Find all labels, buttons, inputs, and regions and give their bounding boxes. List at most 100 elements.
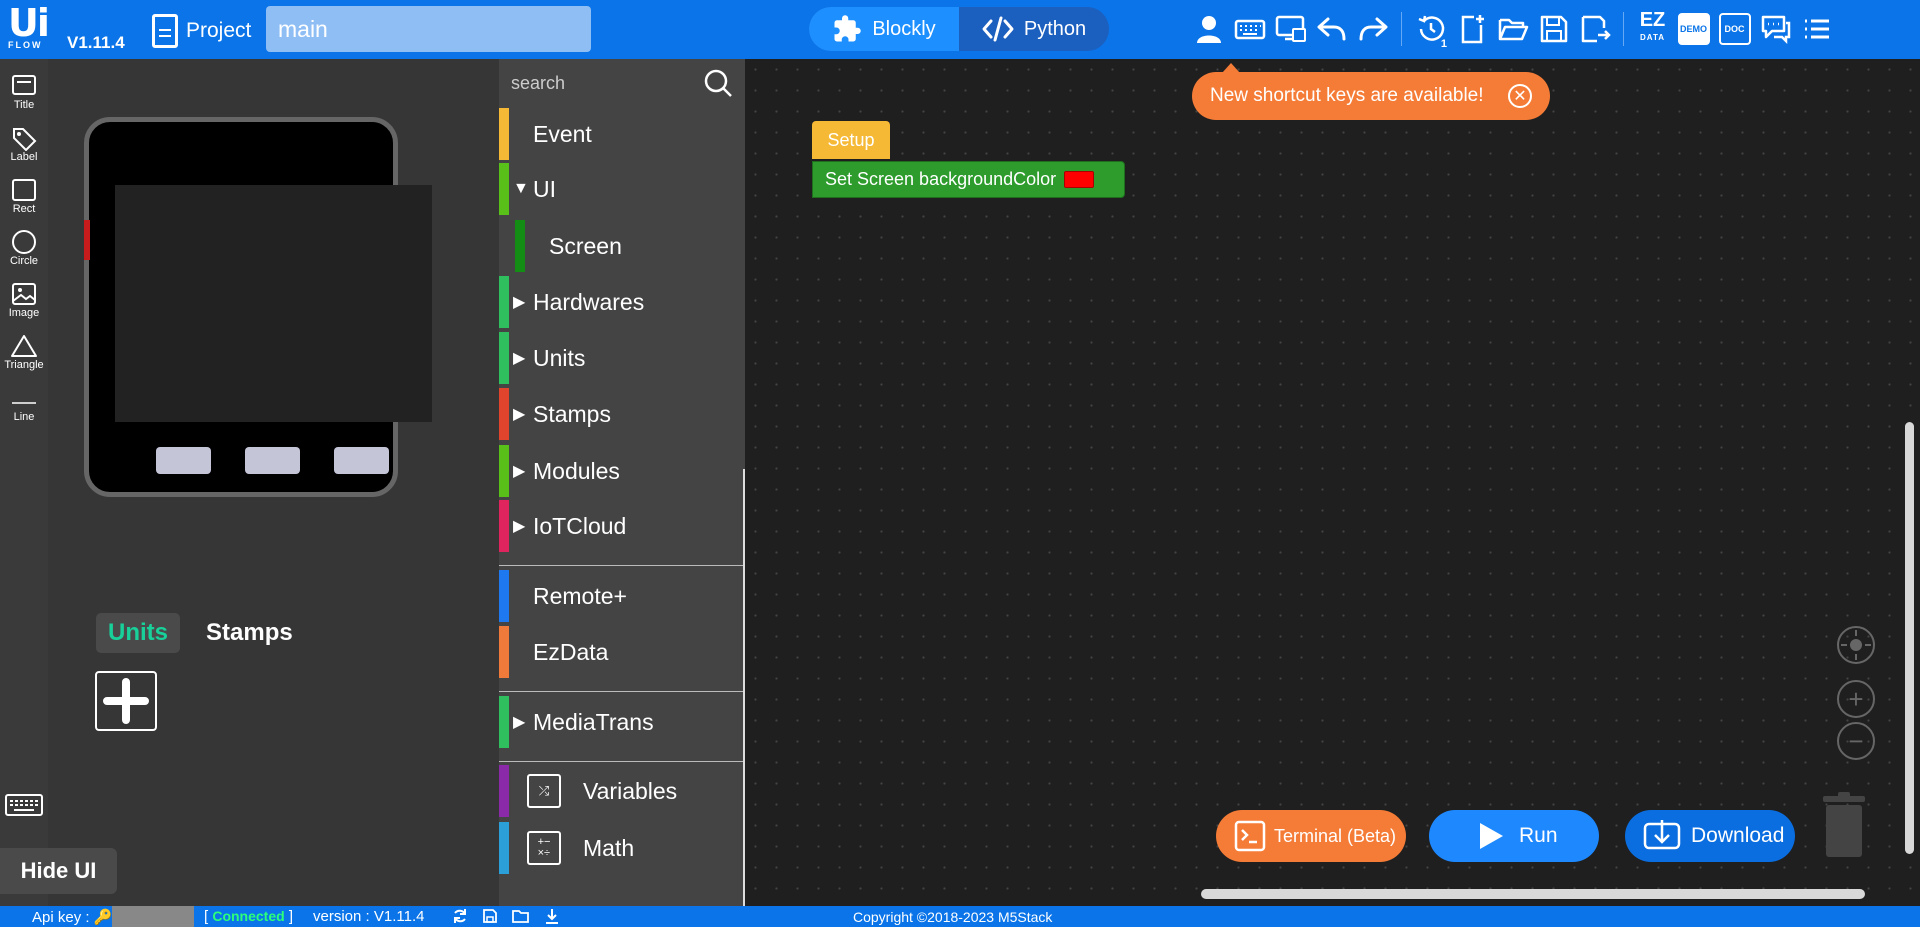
save-button[interactable] bbox=[1533, 8, 1574, 50]
code-icon bbox=[982, 16, 1014, 42]
rail-item-title[interactable]: Title bbox=[0, 59, 48, 111]
rail-item-image[interactable]: Image bbox=[0, 267, 48, 319]
category-label: EzData bbox=[533, 638, 609, 665]
terminal-button[interactable]: Terminal (Beta) bbox=[1216, 810, 1406, 862]
category-math[interactable]: +− ×÷ Math bbox=[499, 822, 745, 874]
run-button[interactable]: Run bbox=[1429, 810, 1599, 862]
category-event[interactable]: Event bbox=[499, 108, 745, 160]
filename-input[interactable] bbox=[266, 6, 591, 52]
download-button[interactable]: Download bbox=[1625, 810, 1795, 862]
shortcut-toast: New shortcut keys are available! ✕ bbox=[1192, 63, 1550, 120]
category-label: Stamps bbox=[533, 400, 611, 427]
hide-ui-button[interactable]: Hide UI bbox=[0, 848, 117, 894]
workspace-vertical-scrollbar[interactable] bbox=[1905, 422, 1914, 854]
rail-item-triangle[interactable]: Triangle bbox=[0, 319, 48, 371]
zoom-in-button[interactable]: + bbox=[1837, 680, 1875, 718]
api-key-value[interactable] bbox=[112, 906, 194, 927]
category-divider bbox=[499, 691, 745, 692]
menu-button[interactable] bbox=[1796, 8, 1837, 50]
device-screen[interactable] bbox=[115, 185, 432, 422]
run-label: Run bbox=[1519, 824, 1558, 847]
save-icon[interactable] bbox=[482, 907, 498, 925]
status-bar: Api key : 🔑 [ Connected ] version : V1.1… bbox=[0, 906, 1920, 927]
redo-button[interactable] bbox=[1352, 8, 1393, 50]
category-mediatrans[interactable]: ▶ MediaTrans bbox=[499, 696, 745, 748]
recenter-button[interactable] bbox=[1837, 626, 1875, 664]
zoom-out-button[interactable]: − bbox=[1837, 722, 1875, 760]
device-settings-button[interactable] bbox=[1270, 8, 1311, 50]
setup-block[interactable]: Setup bbox=[812, 121, 890, 159]
play-icon bbox=[1480, 823, 1503, 849]
save-as-button[interactable] bbox=[1574, 8, 1615, 50]
rail-item-rect[interactable]: Rect bbox=[0, 163, 48, 215]
ezdata-button[interactable]: EZ DATA bbox=[1632, 8, 1673, 50]
bracket-close: ] bbox=[288, 908, 294, 925]
search-placeholder: search bbox=[511, 72, 566, 93]
triangle-icon bbox=[11, 335, 37, 357]
shortcut-keys-button[interactable] bbox=[1229, 8, 1270, 50]
blockly-workspace[interactable]: New shortcut keys are available! ✕ Setup… bbox=[745, 59, 1920, 906]
block-categories: search Event ▼ UI Screen ▶ Hardwares ▶ U… bbox=[499, 59, 745, 906]
doc-button[interactable]: DOC bbox=[1714, 8, 1755, 50]
feedback-button[interactable] bbox=[1755, 8, 1796, 50]
download-icon[interactable] bbox=[544, 907, 560, 925]
category-stripe bbox=[499, 765, 509, 817]
category-label: Screen bbox=[549, 232, 622, 259]
ezdata-sub: DATA bbox=[1639, 33, 1666, 42]
tab-python[interactable]: Python bbox=[959, 7, 1109, 51]
undo-button[interactable] bbox=[1311, 8, 1352, 50]
open-file-button[interactable] bbox=[1492, 8, 1533, 50]
toolbar: 1 EZ DATA DEMO DOC bbox=[1188, 8, 1837, 50]
refresh-icon[interactable] bbox=[452, 907, 468, 925]
category-stripe bbox=[499, 163, 509, 215]
demo-button[interactable]: DEMO bbox=[1673, 8, 1714, 50]
tab-units[interactable]: Units bbox=[96, 613, 180, 653]
category-ui[interactable]: ▼ UI bbox=[499, 163, 745, 215]
category-iotcloud[interactable]: ▶ IoTCloud bbox=[499, 500, 745, 552]
category-units[interactable]: ▶ Units bbox=[499, 332, 745, 384]
toolbar-divider bbox=[1623, 12, 1624, 46]
tab-stamps[interactable]: Stamps bbox=[194, 613, 305, 653]
category-stripe bbox=[499, 332, 509, 384]
rail-label: Image bbox=[8, 307, 40, 319]
logo-text: Ui bbox=[8, 1, 50, 45]
category-stripe bbox=[499, 822, 509, 874]
color-picker-field[interactable] bbox=[1064, 171, 1095, 188]
category-screen[interactable]: Screen bbox=[499, 220, 745, 272]
tab-blockly[interactable]: Blockly bbox=[809, 7, 959, 51]
rail-label: Title bbox=[13, 99, 35, 111]
category-search[interactable]: search bbox=[499, 59, 745, 107]
toast-message: New shortcut keys are available! bbox=[1210, 85, 1484, 106]
category-modules[interactable]: ▶ Modules bbox=[499, 445, 745, 497]
category-label: Math bbox=[583, 834, 635, 861]
variables-icon: ⤮ bbox=[527, 774, 561, 808]
category-variables[interactable]: ⤮ Variables bbox=[499, 765, 745, 817]
category-hardwares[interactable]: ▶ Hardwares bbox=[499, 276, 745, 328]
keyboard-icon[interactable] bbox=[5, 792, 43, 818]
category-label: Remote+ bbox=[533, 582, 627, 609]
category-stamps[interactable]: ▶ Stamps bbox=[499, 388, 745, 440]
close-icon[interactable]: ✕ bbox=[1508, 84, 1532, 108]
folder-icon[interactable] bbox=[512, 907, 530, 925]
set-background-block[interactable]: Set Screen backgroundColor bbox=[812, 161, 1125, 198]
workspace-horizontal-scrollbar[interactable] bbox=[1201, 889, 1865, 899]
trash-icon[interactable] bbox=[1820, 792, 1868, 858]
project-button[interactable]: Project bbox=[152, 14, 251, 48]
category-ezdata[interactable]: EzData bbox=[499, 626, 745, 678]
rail-item-circle[interactable]: Circle bbox=[0, 215, 48, 267]
add-unit-button[interactable] bbox=[95, 671, 157, 731]
save-as-icon bbox=[1581, 15, 1611, 43]
tag-icon bbox=[13, 128, 37, 151]
history-button[interactable]: 1 bbox=[1410, 8, 1451, 50]
uiflow-logo: Ui FLOW bbox=[8, 1, 60, 54]
user-button[interactable] bbox=[1188, 8, 1229, 50]
document-icon bbox=[152, 14, 178, 48]
category-stripe bbox=[515, 220, 525, 272]
category-label: UI bbox=[533, 175, 556, 202]
new-file-button[interactable] bbox=[1451, 8, 1492, 50]
key-icon: 🔑 bbox=[93, 909, 113, 926]
category-remote-plus[interactable]: Remote+ bbox=[499, 570, 745, 622]
rail-item-line[interactable]: Line bbox=[0, 371, 48, 423]
search-icon[interactable] bbox=[703, 68, 733, 98]
rail-item-label[interactable]: Label bbox=[0, 111, 48, 163]
